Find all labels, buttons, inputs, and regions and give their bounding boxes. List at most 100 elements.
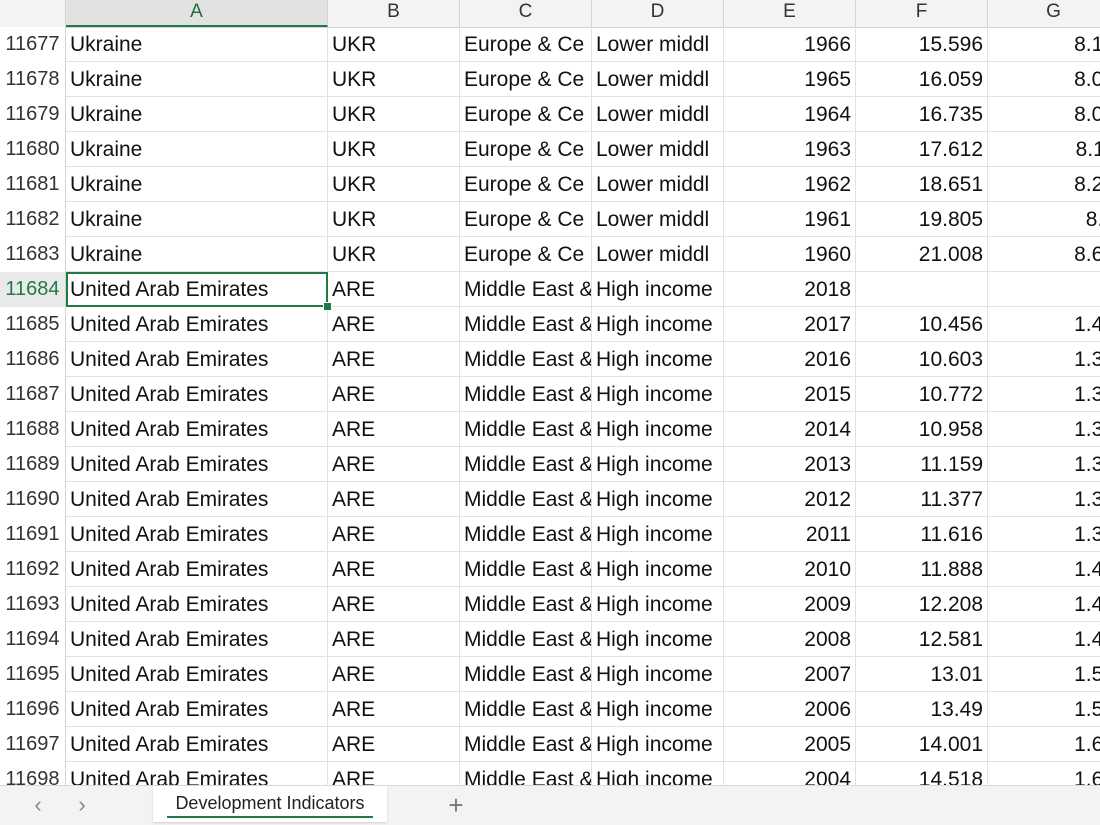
row-header[interactable]: 11692 [0,552,66,587]
grid-cell[interactable]: United Arab Emirates [66,622,328,657]
grid-cell[interactable]: 13.49 [856,692,988,727]
grid-cell[interactable]: Lower middl [592,62,724,97]
grid-cell[interactable]: 1.36 [988,412,1100,447]
add-sheet-plus-icon[interactable]: + [444,790,468,821]
grid-cell[interactable]: 8.18 [988,27,1100,62]
grid-cell[interactable]: ARE [328,762,460,785]
grid-cell[interactable]: 2009 [724,587,856,622]
grid-cell[interactable]: Middle East & [460,377,592,412]
grid-cell[interactable]: Ukraine [66,97,328,132]
grid-cell[interactable]: 2015 [724,377,856,412]
row-header[interactable]: 11687 [0,377,66,412]
grid-cell[interactable]: Middle East & [460,727,592,762]
grid-cell[interactable]: High income [592,657,724,692]
grid-cell[interactable]: Ukraine [66,237,328,272]
grid-cell[interactable]: Middle East & [460,622,592,657]
grid-cell[interactable]: Europe & Ce [460,167,592,202]
grid-cell[interactable]: 8.07 [988,97,1100,132]
grid-cell[interactable]: High income [592,622,724,657]
grid-cell[interactable]: Middle East & [460,482,592,517]
grid-cell[interactable]: 14.001 [856,727,988,762]
grid-cell[interactable]: High income [592,377,724,412]
grid-cell[interactable]: 2006 [724,692,856,727]
grid-cell[interactable]: High income [592,727,724,762]
grid-cell[interactable]: 1961 [724,202,856,237]
grid-cell[interactable]: 8.09 [988,62,1100,97]
row-header[interactable]: 11691 [0,517,66,552]
grid-cell[interactable]: 1.38 [988,517,1100,552]
row-header[interactable]: 11683 [0,237,66,272]
grid-cell[interactable]: Middle East & [460,692,592,727]
active-cell[interactable]: United Arab Emirates [66,272,328,307]
grid-cell[interactable]: Europe & Ce [460,132,592,167]
grid-cell[interactable]: 1.43 [988,587,1100,622]
grid-cell[interactable]: Lower middl [592,237,724,272]
grid-cell[interactable]: Lower middl [592,97,724,132]
grid-cell[interactable]: 1966 [724,27,856,62]
grid-cell[interactable]: 1963 [724,132,856,167]
grid-cell[interactable]: Europe & Ce [460,62,592,97]
select-all-corner[interactable] [0,0,66,27]
column-header-g[interactable]: G [988,0,1100,27]
grid-cell[interactable]: 2017 [724,307,856,342]
grid-cell[interactable]: UKR [328,62,460,97]
row-header[interactable]: 11693 [0,587,66,622]
grid-cell[interactable]: 10.603 [856,342,988,377]
grid-cell[interactable]: High income [592,412,724,447]
row-header[interactable]: 11697 [0,727,66,762]
grid-cell[interactable]: 1.36 [988,447,1100,482]
grid-cell[interactable]: High income [592,552,724,587]
grid-cell[interactable]: 8.67 [988,237,1100,272]
grid-cell[interactable]: Middle East & [460,657,592,692]
grid-cell[interactable]: United Arab Emirates [66,307,328,342]
grid-cell[interactable]: 1964 [724,97,856,132]
grid-cell[interactable]: Ukraine [66,132,328,167]
grid-cell[interactable]: High income [592,272,724,307]
grid-cell[interactable]: 16.059 [856,62,988,97]
grid-cell[interactable]: ARE [328,622,460,657]
grid-cell[interactable]: ARE [328,272,460,307]
row-header[interactable]: 11686 [0,342,66,377]
grid-cell[interactable]: 2013 [724,447,856,482]
grid-cell[interactable]: Ukraine [66,62,328,97]
grid-cell[interactable]: 2011 [724,517,856,552]
grid-cell[interactable]: 8.11 [988,132,1100,167]
grid-cell[interactable]: 1.37 [988,377,1100,412]
grid-cell[interactable]: 2004 [724,762,856,785]
grid-cell[interactable]: 1.36 [988,482,1100,517]
grid-cell[interactable]: 1.60 [988,727,1100,762]
row-header[interactable]: 11695 [0,657,66,692]
column-header-b[interactable]: B [328,0,460,27]
grid-cell[interactable]: Lower middl [592,202,724,237]
grid-cell[interactable]: United Arab Emirates [66,447,328,482]
grid-cell[interactable]: Europe & Ce [460,237,592,272]
next-sheet-chevron-icon[interactable]: › [70,792,94,818]
grid-cell[interactable]: 8.4 [988,202,1100,237]
grid-cell[interactable]: Europe & Ce [460,202,592,237]
grid-cell[interactable]: ARE [328,692,460,727]
row-header[interactable]: 11694 [0,622,66,657]
grid-cell[interactable]: 15.596 [856,27,988,62]
grid-cell[interactable] [988,272,1100,307]
grid-cell[interactable] [856,272,988,307]
grid-cell[interactable]: UKR [328,97,460,132]
grid-cell[interactable]: Middle East & [460,552,592,587]
grid-cell[interactable]: 16.735 [856,97,988,132]
grid-cell[interactable]: Ukraine [66,202,328,237]
grid-cell[interactable]: 10.456 [856,307,988,342]
grid-cell[interactable]: 1.55 [988,692,1100,727]
grid-cell[interactable]: Middle East & [460,272,592,307]
prev-sheet-chevron-icon[interactable]: ‹ [26,792,50,818]
grid-cell[interactable]: 21.008 [856,237,988,272]
grid-cell[interactable]: United Arab Emirates [66,552,328,587]
grid-cell[interactable]: Middle East & [460,342,592,377]
grid-cell[interactable]: Ukraine [66,27,328,62]
grid-cell[interactable]: 2014 [724,412,856,447]
column-header-d[interactable]: D [592,0,724,27]
grid-cell[interactable]: UKR [328,27,460,62]
grid-cell[interactable]: UKR [328,132,460,167]
row-header[interactable]: 11679 [0,97,66,132]
grid-cell[interactable]: Middle East & [460,412,592,447]
column-header-a[interactable]: A [66,0,328,27]
grid-cell[interactable]: ARE [328,342,460,377]
